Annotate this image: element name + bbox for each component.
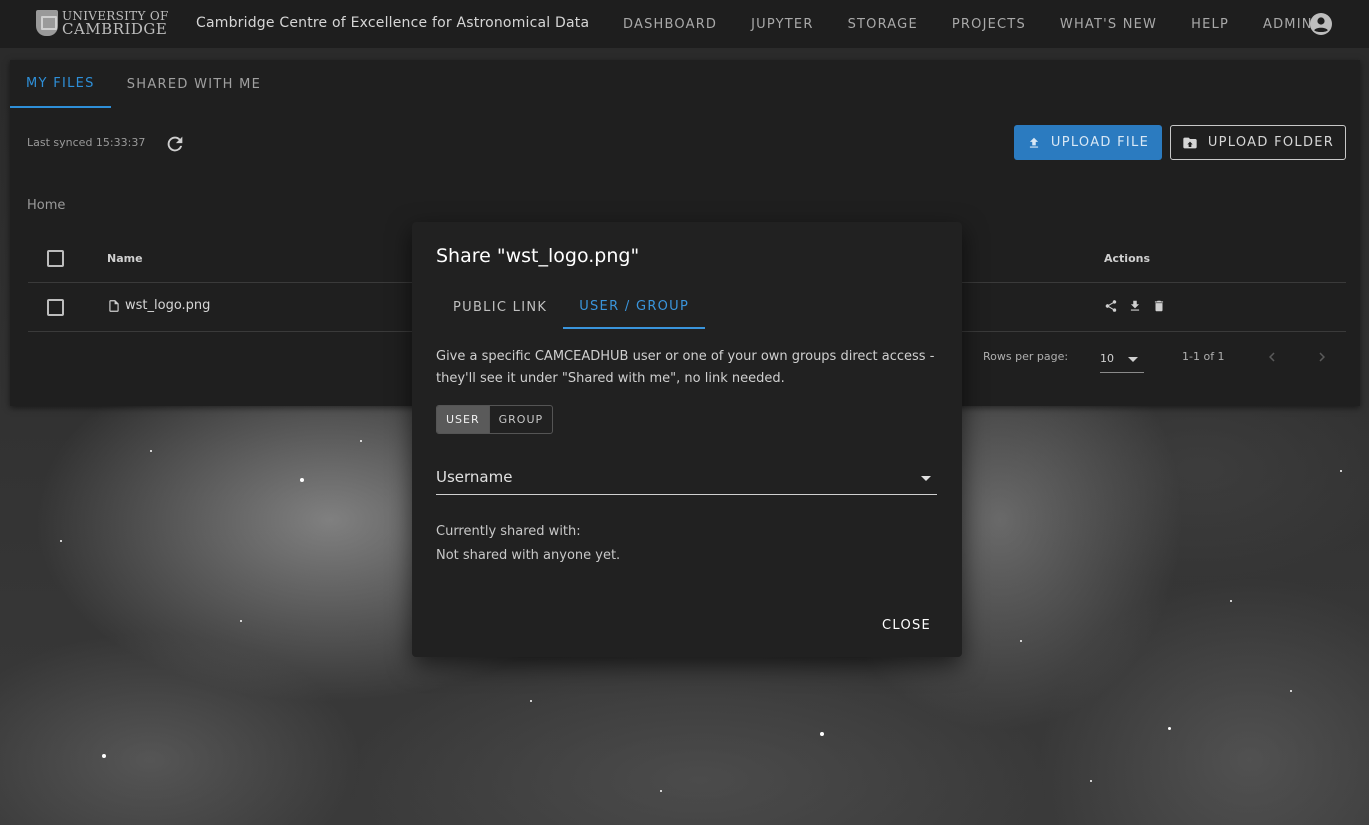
pagination-range: 1-1 of 1: [1182, 350, 1225, 363]
next-page-icon[interactable]: [1313, 348, 1331, 366]
select-all-checkbox[interactable]: [47, 250, 64, 267]
column-header-name[interactable]: Name: [107, 252, 143, 265]
dialog-title: Share "wst_logo.png": [436, 245, 640, 267]
upload-file-button[interactable]: UPLOAD FILE: [1014, 125, 1162, 160]
username-select[interactable]: Username: [436, 464, 937, 495]
nav-projects[interactable]: PROJECTS: [935, 17, 1043, 32]
delete-icon[interactable]: [1152, 299, 1166, 313]
nav-help[interactable]: HELP: [1174, 17, 1246, 32]
breadcrumb[interactable]: Home: [27, 198, 65, 213]
crest-icon: [36, 10, 58, 36]
account-circle-icon[interactable]: [1309, 12, 1333, 36]
chevron-down-icon: [921, 476, 931, 481]
upload-icon: [1029, 137, 1038, 148]
nav-storage[interactable]: STORAGE: [831, 17, 935, 32]
main-nav: DASHBOARD JUPYTER STORAGE PROJECTS WHAT'…: [606, 0, 1330, 48]
row-checkbox[interactable]: [47, 299, 64, 316]
shared-with-value: Not shared with anyone yet.: [436, 548, 621, 563]
rows-per-page-label: Rows per page:: [983, 350, 1069, 363]
rows-per-page-value: 10: [1100, 352, 1114, 365]
tab-user-group[interactable]: USER / GROUP: [563, 285, 706, 329]
user-group-toggle: USER GROUP: [436, 405, 554, 434]
file-name[interactable]: wst_logo.png: [125, 298, 210, 313]
nav-jupyter[interactable]: JUPYTER: [734, 17, 830, 32]
share-dialog: Share "wst_logo.png" PUBLIC LINK USER / …: [412, 222, 962, 657]
upload-folder-label: UPLOAD FOLDER: [1207, 135, 1335, 150]
shared-with-heading: Currently shared with:: [436, 524, 581, 539]
toggle-group[interactable]: GROUP: [488, 406, 553, 433]
brand-line-2: CAMBRIDGE: [62, 20, 168, 38]
file-icon: [109, 299, 119, 312]
app-title[interactable]: Cambridge Centre of Excellence for Astro…: [196, 15, 589, 31]
chevron-down-icon: [1128, 357, 1138, 362]
rows-per-page-select[interactable]: 10: [1100, 349, 1144, 373]
university-logo[interactable]: UNIVERSITY OF CAMBRIDGE: [36, 10, 169, 38]
upload-folder-button[interactable]: UPLOAD FOLDER: [1170, 125, 1346, 160]
previous-page-icon[interactable]: [1263, 348, 1281, 366]
upload-file-label: UPLOAD FILE: [1050, 135, 1150, 150]
share-icon[interactable]: [1104, 299, 1118, 313]
refresh-icon[interactable]: [164, 133, 186, 155]
last-synced: Last synced 15:33:37: [27, 136, 146, 149]
close-button[interactable]: CLOSE: [882, 618, 931, 633]
column-header-actions: Actions: [1104, 252, 1150, 265]
nav-dashboard[interactable]: DASHBOARD: [606, 17, 734, 32]
dialog-tabs: PUBLIC LINK USER / GROUP: [437, 285, 706, 329]
username-label: Username: [436, 468, 513, 486]
nav-whats-new[interactable]: WHAT'S NEW: [1043, 17, 1174, 32]
download-icon[interactable]: [1128, 299, 1142, 313]
tab-public-link[interactable]: PUBLIC LINK: [437, 285, 563, 329]
dialog-description: Give a specific CAMCEADHUB user or one o…: [436, 349, 935, 386]
tab-shared-with-me[interactable]: SHARED WITH ME: [111, 60, 277, 108]
storage-tabs: MY FILES SHARED WITH ME: [10, 60, 277, 108]
toggle-user[interactable]: USER: [437, 406, 489, 433]
folder-upload-icon: [1183, 137, 1197, 148]
top-app-bar: UNIVERSITY OF CAMBRIDGE Cambridge Centre…: [0, 0, 1369, 48]
tab-my-files[interactable]: MY FILES: [10, 60, 111, 108]
